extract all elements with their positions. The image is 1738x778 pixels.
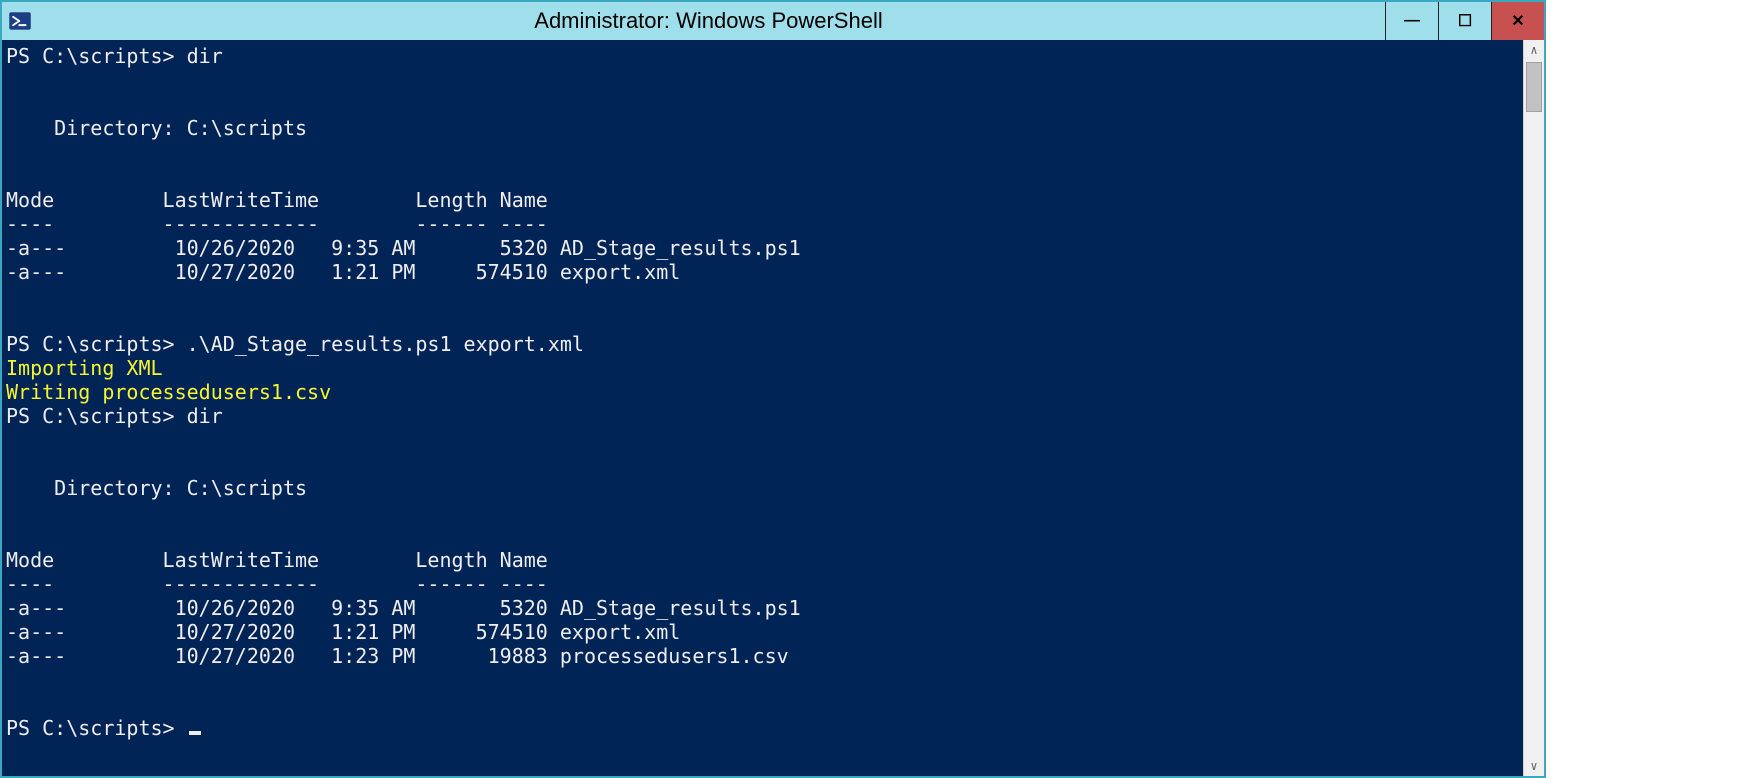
scroll-down-button[interactable]: ∨: [1524, 756, 1544, 776]
console-line: [6, 668, 1521, 692]
console-line: [6, 164, 1521, 188]
console-line: -a--- 10/27/2020 1:23 PM 19883 processed…: [6, 644, 1521, 668]
console-line: PS C:\scripts> dir: [6, 44, 1521, 68]
console-line: PS C:\scripts> dir: [6, 404, 1521, 428]
console-line: -a--- 10/27/2020 1:21 PM 574510 export.x…: [6, 260, 1521, 284]
console-line: [6, 308, 1521, 332]
console-line: [6, 140, 1521, 164]
console-line: Importing XML: [6, 356, 1521, 380]
console-line: Directory: C:\scripts: [6, 116, 1521, 140]
console-line: -a--- 10/26/2020 9:35 AM 5320 AD_Stage_r…: [6, 236, 1521, 260]
console-line: [6, 692, 1521, 716]
console-line: [6, 92, 1521, 116]
console-line: Mode LastWriteTime Length Name: [6, 188, 1521, 212]
console-line: Directory: C:\scripts: [6, 476, 1521, 500]
console-line: Writing processedusers1.csv: [6, 380, 1521, 404]
minimize-button[interactable]: —: [1385, 2, 1438, 40]
console-line: -a--- 10/26/2020 9:35 AM 5320 AD_Stage_r…: [6, 596, 1521, 620]
powershell-window: Administrator: Windows PowerShell — ☐ ✕ …: [0, 0, 1546, 778]
window-title: Administrator: Windows PowerShell: [32, 8, 1385, 34]
maximize-button[interactable]: ☐: [1438, 2, 1491, 40]
close-button[interactable]: ✕: [1491, 2, 1544, 40]
console-line: PS C:\scripts>: [6, 716, 1521, 740]
client-area: PS C:\scripts> dir Directory: C:\scripts…: [2, 40, 1544, 776]
console-output[interactable]: PS C:\scripts> dir Directory: C:\scripts…: [2, 40, 1523, 776]
console-line: PS C:\scripts> .\AD_Stage_results.ps1 ex…: [6, 332, 1521, 356]
console-line: Mode LastWriteTime Length Name: [6, 548, 1521, 572]
close-icon: ✕: [1511, 11, 1524, 31]
chevron-up-icon: ∧: [1530, 43, 1537, 57]
chevron-down-icon: ∨: [1530, 759, 1537, 773]
maximize-icon: ☐: [1458, 11, 1472, 31]
console-line: -a--- 10/27/2020 1:21 PM 574510 export.x…: [6, 620, 1521, 644]
console-line: [6, 428, 1521, 452]
console-line: [6, 524, 1521, 548]
cursor: [189, 731, 201, 735]
console-line: ---- ------------- ------ ----: [6, 572, 1521, 596]
minimize-icon: —: [1404, 12, 1420, 30]
console-line: [6, 500, 1521, 524]
powershell-icon: [8, 9, 32, 33]
console-line: [6, 452, 1521, 476]
scroll-up-button[interactable]: ∧: [1524, 40, 1544, 60]
title-bar[interactable]: Administrator: Windows PowerShell — ☐ ✕: [2, 2, 1544, 41]
vertical-scrollbar[interactable]: ∧ ∨: [1523, 40, 1544, 776]
caption-buttons: — ☐ ✕: [1385, 2, 1544, 40]
console-line: ---- ------------- ------ ----: [6, 212, 1521, 236]
console-line: [6, 68, 1521, 92]
console-line: [6, 284, 1521, 308]
scroll-thumb[interactable]: [1526, 62, 1542, 112]
